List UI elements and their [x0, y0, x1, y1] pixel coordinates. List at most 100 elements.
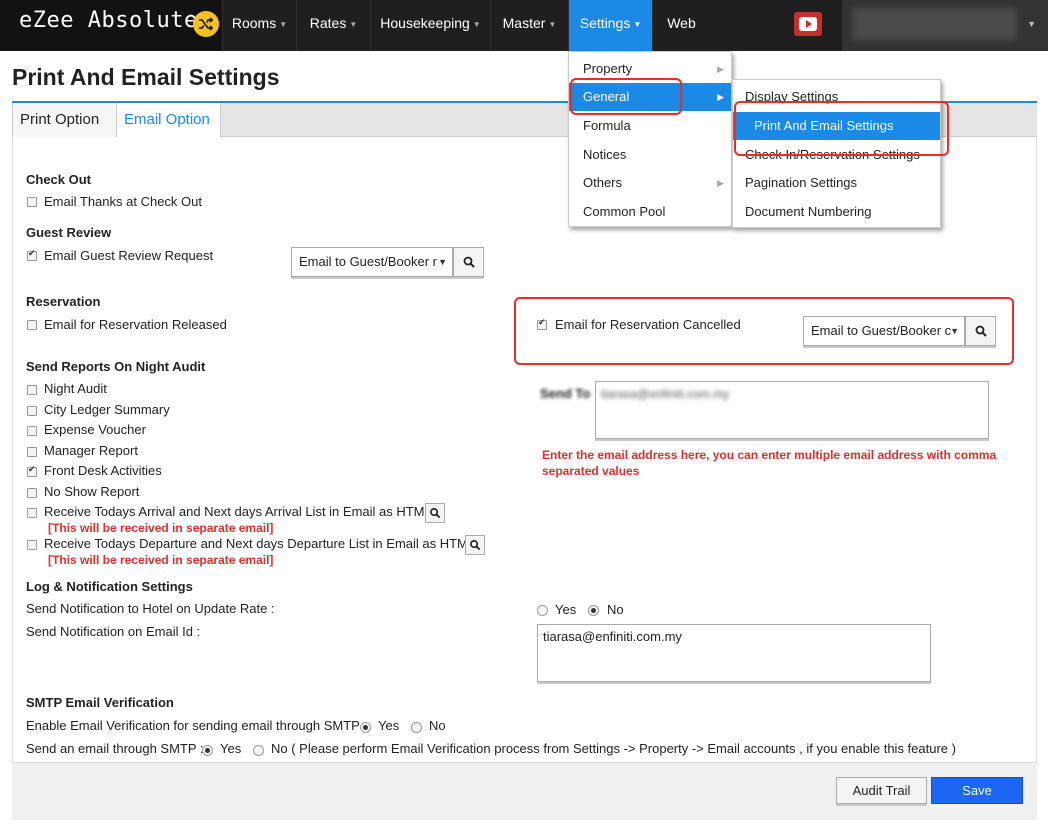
chevron-down-icon: ▼ — [472, 20, 481, 29]
nav-master[interactable]: Master ▼ — [490, 0, 568, 51]
search-icon — [470, 540, 481, 551]
play-icon — [799, 17, 817, 31]
chevron-down-icon: ▼ — [548, 20, 557, 29]
notification-email-field[interactable]: tiarasa@enfiniti.com.my — [537, 624, 931, 682]
nav-rates-label: Rates — [309, 15, 347, 31]
manager-report-checkbox[interactable] — [27, 447, 37, 457]
audit-trail-button[interactable]: Audit Trail — [836, 777, 927, 804]
shuffle-icon[interactable] — [193, 11, 219, 37]
highlight-box-print-email — [734, 101, 949, 156]
manager-report-label: Manager Report — [44, 443, 138, 458]
page-title: Print And Email Settings — [12, 64, 280, 90]
menu-item-others[interactable]: Others ▶ — [569, 169, 731, 197]
menu-item-common-pool[interactable]: Common Pool — [569, 198, 731, 226]
guest-review-recipient-select[interactable]: Email to Guest/Booker r ▼ — [291, 247, 453, 277]
update-rate-no-label: No — [607, 602, 624, 617]
smtp-send-no-radio[interactable] — [253, 745, 264, 756]
expense-voucher-label: Expense Voucher — [44, 422, 146, 437]
top-navbar: eZee Absolute Rooms ▼ Rates ▼ Housekeeping… — [0, 0, 1048, 51]
update-rate-label: Send Notification to Hotel on Update Rat… — [26, 601, 275, 616]
nav-web[interactable]: Web — [652, 0, 710, 51]
front-desk-activities-checkbox[interactable] — [27, 465, 37, 477]
arrival-list-label: Receive Todays Arrival and Next days Arr… — [44, 504, 432, 519]
nav-settings[interactable]: Settings ▼ — [568, 0, 652, 51]
smtp-enable-yes-radio[interactable] — [360, 722, 371, 733]
send-to-label: Send To — [540, 386, 591, 401]
arrival-separate-note: [This will be received in separate email… — [48, 521, 274, 535]
tab-email-option[interactable]: Email Option — [117, 103, 221, 138]
chevron-right-icon: ▶ — [717, 178, 724, 188]
guest-review-checkbox[interactable] — [27, 249, 37, 261]
search-icon — [463, 256, 475, 268]
chevron-down-icon: ▼ — [279, 20, 288, 29]
departure-separate-note: [This will be received in separate email… — [48, 553, 274, 567]
notification-email-label: Send Notification on Email Id : — [26, 624, 201, 639]
reservation-released-checkbox[interactable] — [27, 320, 37, 330]
smtp-enable-no-radio[interactable] — [411, 722, 422, 733]
menu-item-notices[interactable]: Notices — [569, 141, 731, 169]
email-hint-line1: Enter the email address here, you can en… — [542, 448, 997, 462]
chevron-right-icon: ▶ — [717, 64, 724, 74]
menu-item-formula-label: Formula — [583, 118, 631, 133]
menu-item-others-label: Others — [583, 175, 623, 190]
menu-item-formula[interactable]: Formula — [569, 112, 731, 140]
user-menu[interactable]: ▼ — [842, 0, 1048, 51]
chevron-right-icon: ▶ — [717, 92, 724, 102]
city-ledger-label: City Ledger Summary — [44, 402, 170, 417]
search-icon — [430, 508, 441, 519]
send-to-email-value: tiarasa@enfiniti.com.my — [601, 387, 730, 401]
save-button[interactable]: Save — [931, 777, 1023, 804]
reservation-released-label: Email for Reservation Released — [44, 317, 227, 332]
nav-rooms[interactable]: Rooms ▼ — [222, 0, 296, 51]
nav-housekeeping-label: Housekeeping — [380, 15, 470, 31]
nav-settings-label: Settings — [579, 15, 631, 31]
submenu-item-pagination-settings[interactable]: Pagination Settings — [733, 169, 940, 197]
nav-rates[interactable]: Rates ▼ — [296, 0, 370, 51]
front-desk-activities-label: Front Desk Activities — [44, 463, 162, 478]
nav-web-label: Web — [667, 15, 696, 31]
brand-name: eZee Absolute — [19, 8, 198, 33]
update-rate-yes-radio[interactable] — [537, 605, 548, 616]
chevron-down-icon: ▼ — [1027, 19, 1036, 29]
nav-rooms-label: Rooms — [231, 15, 277, 31]
send-to-email-field[interactable]: tiarasa@enfiniti.com.my — [595, 381, 989, 439]
youtube-icon[interactable] — [794, 12, 822, 36]
chevron-down-icon: ▼ — [633, 20, 642, 29]
brand-logo[interactable]: eZee Absolute — [0, 0, 222, 51]
departure-list-search-button[interactable] — [465, 535, 485, 555]
user-info-blurred — [852, 8, 1017, 40]
nav-housekeeping[interactable]: Housekeeping ▼ — [370, 0, 490, 51]
smtp-send-yes-label: Yes — [220, 741, 242, 756]
section-log-notification: Log & Notification Settings — [26, 579, 193, 594]
tab-print-option[interactable]: Print Option — [12, 103, 117, 137]
night-audit-checkbox[interactable] — [27, 385, 37, 395]
section-smtp: SMTP Email Verification — [26, 695, 174, 710]
city-ledger-checkbox[interactable] — [27, 406, 37, 416]
guest-review-recipient-value: Email to Guest/Booker r — [299, 254, 437, 269]
guest-review-search-button[interactable] — [453, 247, 484, 277]
expense-voucher-checkbox[interactable] — [27, 426, 37, 436]
highlight-box-cancelled — [514, 297, 1014, 365]
menu-item-property-label: Property — [583, 61, 633, 76]
smtp-enable-no-label: No — [429, 718, 446, 733]
smtp-send-label: Send an email through SMTP : — [26, 741, 204, 756]
smtp-send-yes-radio[interactable] — [202, 745, 213, 756]
departure-list-checkbox[interactable] — [27, 540, 37, 550]
section-checkout: Check Out — [26, 172, 92, 187]
checkout-thanks-checkbox[interactable] — [27, 197, 37, 207]
email-hint-line2: separated values — [542, 464, 640, 478]
menu-item-notices-label: Notices — [583, 147, 627, 162]
arrival-list-checkbox[interactable] — [27, 508, 37, 518]
update-rate-yes-label: Yes — [555, 602, 577, 617]
night-audit-label: Night Audit — [44, 381, 107, 396]
arrival-list-search-button[interactable] — [425, 503, 445, 523]
update-rate-no-radio[interactable] — [588, 605, 599, 616]
dropdown-arrow-icon: ▼ — [438, 257, 447, 267]
submenu-item-document-numbering[interactable]: Document Numbering — [733, 198, 940, 226]
chevron-down-icon: ▼ — [349, 20, 358, 29]
departure-list-label: Receive Todays Departure and Next days D… — [44, 536, 476, 551]
checkout-thanks-label: Email Thanks at Check Out — [44, 194, 202, 209]
highlight-box-general — [570, 78, 682, 115]
no-show-report-checkbox[interactable] — [27, 488, 37, 498]
menu-item-common-pool-label: Common Pool — [583, 204, 666, 219]
